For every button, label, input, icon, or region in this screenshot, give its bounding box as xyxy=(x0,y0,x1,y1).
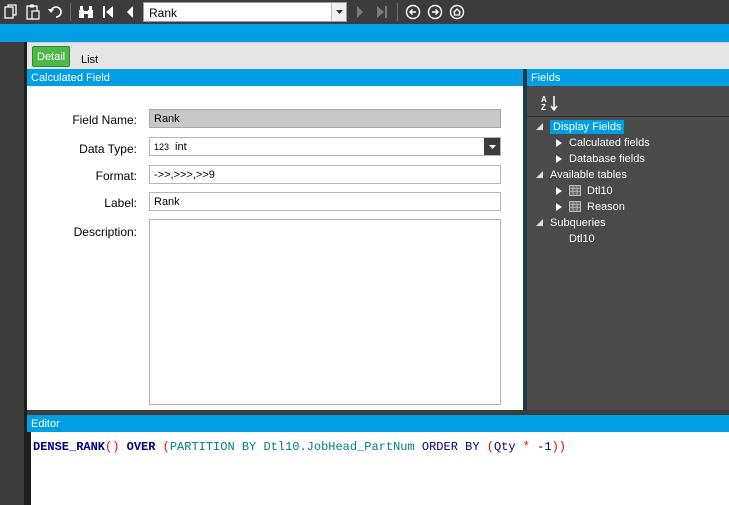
expanded-triangle-icon[interactable] xyxy=(535,170,544,179)
data-type-label: Data Type: xyxy=(79,142,137,156)
record-combo[interactable]: Rank xyxy=(143,2,347,22)
toolbar: Rank xyxy=(0,0,729,24)
code-token-paren: ( xyxy=(162,440,170,454)
collapsed-triangle-icon[interactable] xyxy=(554,154,563,163)
fields-panel: A Z Display Fields Calculated fields Dat… xyxy=(527,86,729,410)
collapsed-triangle-icon[interactable] xyxy=(554,138,563,147)
calculated-field-header: Calculated Field xyxy=(27,69,523,86)
format-input[interactable]: ->>,>>>,>>9 xyxy=(149,165,501,184)
undo-icon[interactable] xyxy=(44,1,66,23)
code-token-keyword: OVER xyxy=(126,440,156,454)
code-token-keyword: BY xyxy=(465,440,480,454)
tree-item-available-tables[interactable]: Available tables xyxy=(535,167,627,182)
tree-item-label: Dtl10 xyxy=(569,232,595,245)
editor-title: Editor xyxy=(31,417,60,430)
fields-title: Fields xyxy=(531,71,561,84)
fields-header: Fields xyxy=(527,69,729,86)
label-label: Label: xyxy=(104,196,137,210)
next-icon[interactable] xyxy=(349,1,371,23)
code-editor[interactable]: DENSE_RANK() OVER (PARTITION BY Dtl10.Jo… xyxy=(27,432,729,505)
app-window: Rank Detail List Calculated Field Field … xyxy=(0,0,729,505)
calculated-field-panel: Field Name: Rank Data Type: 123 int Form… xyxy=(27,86,523,410)
tree-item-label: Calculated fields xyxy=(569,136,650,149)
tab-detail[interactable]: Detail xyxy=(32,46,71,67)
code-token-keyword: PARTITION xyxy=(169,440,235,454)
tree-item-calculated-fields[interactable]: Calculated fields xyxy=(554,135,650,150)
record-combo-value: Rank xyxy=(149,6,178,20)
label-value: Rank xyxy=(154,195,180,208)
description-textarea[interactable] xyxy=(149,219,501,405)
format-label: Format: xyxy=(95,169,137,183)
tree-item-label: Display Fields xyxy=(550,119,625,134)
tree-item-subqueries[interactable]: Subqueries xyxy=(535,215,606,230)
tree-item-label: Database fields xyxy=(569,152,645,165)
tab-list-label: List xyxy=(81,54,99,66)
sort-alpha-icon[interactable]: A Z xyxy=(541,95,559,114)
tabs-bar: Detail List xyxy=(27,42,729,69)
calculated-field-title: Calculated Field xyxy=(31,71,110,84)
tree-item-table-dtl10[interactable]: Dtl10 xyxy=(554,183,613,198)
tab-detail-label: Detail xyxy=(37,50,66,63)
numeric-type-icon: 123 xyxy=(154,141,170,152)
code-token-paren: )) xyxy=(551,440,566,454)
code-token-keyword: BY xyxy=(241,440,257,454)
code-token-identifier: Qty xyxy=(493,440,516,454)
tree-item-label: Reason xyxy=(587,200,625,213)
code-token-identifier: Dtl10.JobHead_PartNum xyxy=(263,440,415,454)
format-value: ->>,>>>,>>9 xyxy=(154,168,215,181)
code-token-paren: () xyxy=(105,440,120,454)
table-icon xyxy=(569,185,581,196)
binoculars-icon[interactable] xyxy=(75,1,97,23)
table-icon xyxy=(569,201,581,212)
tree-item-label: Subqueries xyxy=(550,216,606,229)
paste-icon[interactable] xyxy=(22,1,44,23)
chevron-down-icon[interactable] xyxy=(331,3,346,21)
editor-header: Editor xyxy=(27,415,729,432)
collapsed-triangle-icon[interactable] xyxy=(554,186,563,195)
home-icon[interactable] xyxy=(446,1,468,23)
code-line: DENSE_RANK() OVER (PARTITION BY Dtl10.Jo… xyxy=(33,440,566,454)
previous-icon[interactable] xyxy=(119,1,141,23)
code-token-operator: * xyxy=(522,440,530,454)
collapsed-triangle-icon[interactable] xyxy=(554,202,563,211)
field-name-value: Rank xyxy=(154,112,180,125)
back-icon[interactable] xyxy=(402,1,424,23)
code-token-keyword: ORDER xyxy=(421,440,458,454)
first-icon[interactable] xyxy=(97,1,119,23)
toolbar-divider xyxy=(527,116,729,117)
last-icon[interactable] xyxy=(371,1,393,23)
toolbar-separator xyxy=(70,3,71,21)
label-input[interactable]: Rank xyxy=(149,192,501,211)
left-dock-strip xyxy=(0,42,27,505)
code-token-function: DENSE_RANK xyxy=(33,440,106,454)
tree-item-label: Dtl10 xyxy=(587,184,613,197)
header-band xyxy=(0,24,729,42)
field-name-input[interactable]: Rank xyxy=(149,109,501,128)
tree-item-database-fields[interactable]: Database fields xyxy=(554,151,645,166)
chevron-down-icon[interactable] xyxy=(484,138,500,155)
expanded-triangle-icon[interactable] xyxy=(535,218,544,227)
svg-text:Z: Z xyxy=(541,103,546,111)
tree-item-display-fields[interactable]: Display Fields xyxy=(535,119,625,134)
tab-list[interactable]: List xyxy=(77,49,102,71)
code-token-number: -1 xyxy=(537,440,552,454)
copy-icon[interactable] xyxy=(0,1,22,23)
data-type-select[interactable]: 123 int xyxy=(149,137,501,156)
description-label: Description: xyxy=(73,225,137,239)
expanded-triangle-icon[interactable] xyxy=(535,122,544,131)
forward-icon[interactable] xyxy=(424,1,446,23)
data-type-value: int xyxy=(175,140,187,153)
tree-item-table-reason[interactable]: Reason xyxy=(554,199,625,214)
toolbar-separator xyxy=(397,3,398,21)
tree-item-label: Available tables xyxy=(550,168,627,181)
tree-item-subquery-dtl10[interactable]: Dtl10 xyxy=(569,231,595,246)
field-name-label: Field Name: xyxy=(72,113,137,127)
code-token-paren: ( xyxy=(486,440,494,454)
